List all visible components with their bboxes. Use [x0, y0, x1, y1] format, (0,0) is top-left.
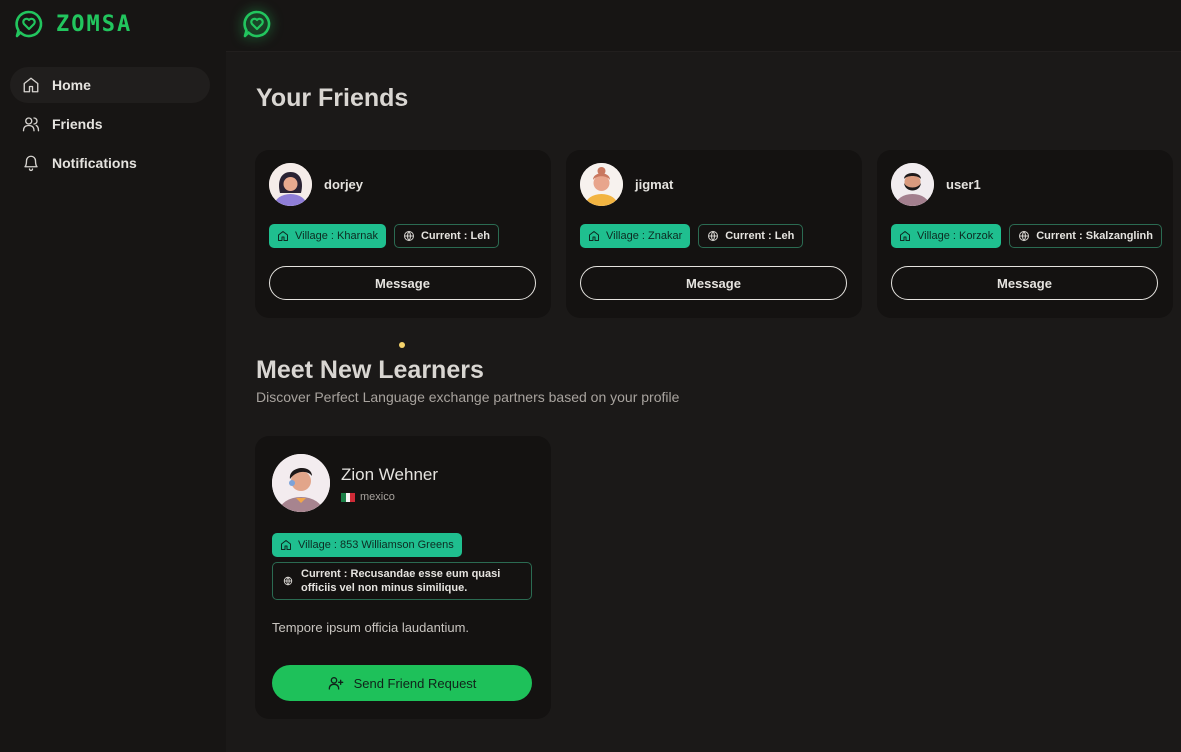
- friend-tags: Village : Korzok Current : Skalzanglinh: [891, 224, 1162, 248]
- friend-card: user1 Village : Korzok Current : Skalzan…: [877, 150, 1173, 318]
- home-icon: [278, 231, 288, 241]
- globe-icon: [283, 576, 293, 586]
- friend-tags: Village : Kharnak Current : Leh: [269, 224, 500, 248]
- globe-icon: [708, 230, 719, 242]
- top-bar: [226, 0, 1181, 52]
- globe-icon: [403, 230, 414, 242]
- cursor-indicator: [399, 342, 405, 348]
- sidebar-item-home[interactable]: Home: [10, 67, 210, 103]
- village-badge: Village : Korzok: [891, 224, 1002, 248]
- friend-name: user1: [946, 177, 981, 192]
- friend-name: jigmat: [635, 177, 674, 192]
- globe-icon: [1019, 230, 1030, 242]
- sidebar-item-label: Notifications: [52, 155, 137, 171]
- sidebar-nav: Home Friends Notifications: [10, 67, 210, 184]
- sidebar-item-label: Home: [52, 77, 91, 93]
- send-friend-request-button[interactable]: Send Friend Request: [272, 665, 532, 701]
- friend-card: jigmat Village : Znakar Current : Leh Me…: [566, 150, 862, 318]
- current-location-badge: Current : Leh: [698, 224, 804, 248]
- users-icon: [22, 117, 40, 132]
- home-icon: [589, 231, 599, 241]
- village-badge: Village : Znakar: [580, 224, 691, 248]
- current-location-badge: Current : Leh: [393, 224, 500, 248]
- learner-country: mexico: [341, 491, 395, 503]
- sidebar: ZOMSA Home Friends Notifications: [0, 0, 226, 752]
- learner-name: Zion Wehner: [341, 465, 439, 484]
- home-icon: [23, 77, 39, 93]
- friend-card: dorjey Village : Kharnak Current : Leh M…: [255, 150, 551, 348]
- friend-tags: Village : Znakar Current : Leh: [580, 224, 804, 248]
- avatar[interactable]: [891, 163, 934, 206]
- your-friends-title: Your Friends: [256, 84, 409, 112]
- brand[interactable]: ZOMSA: [14, 8, 132, 40]
- message-button[interactable]: Message: [580, 266, 847, 300]
- brand-name: ZOMSA: [56, 11, 133, 37]
- current-location-badge: Current : Recusandae esse eum quasi offi…: [272, 562, 532, 600]
- village-badge: Village : Kharnak: [269, 224, 386, 248]
- friend-header: dorjey: [269, 163, 363, 206]
- sidebar-item-notifications[interactable]: Notifications: [10, 145, 210, 181]
- friend-name: dorjey: [324, 177, 364, 192]
- bell-icon: [24, 155, 38, 172]
- learner-card: Zion Wehner mexico Village : 853 William…: [255, 436, 551, 719]
- user-plus-icon: [328, 677, 343, 690]
- friend-header: user1: [891, 163, 981, 206]
- avatar[interactable]: [580, 163, 623, 206]
- home-icon: [900, 231, 910, 241]
- message-button[interactable]: Message: [269, 266, 536, 300]
- meet-new-learners-subtitle: Discover Perfect Language exchange partn…: [256, 389, 680, 405]
- avatar[interactable]: [272, 454, 330, 512]
- sidebar-item-label: Friends: [52, 116, 103, 132]
- message-button[interactable]: Message: [891, 266, 1158, 300]
- main-content: Your Friends dorjey Village : Kharnak Cu…: [226, 53, 1181, 752]
- meet-new-learners-title: Meet New Learners: [256, 356, 484, 384]
- chat-heart-logo-icon: [15, 10, 43, 38]
- mexico-flag-icon: [341, 492, 356, 502]
- village-badge: Village : 853 Williamson Greens: [272, 533, 462, 557]
- friend-header: jigmat: [580, 163, 673, 206]
- home-icon: [281, 540, 291, 550]
- learner-bio: Tempore ipsum officia laudantium.: [272, 620, 470, 635]
- chat-heart-logo-icon[interactable]: [242, 9, 272, 39]
- sidebar-item-friends[interactable]: Friends: [10, 106, 210, 142]
- current-location-badge: Current : Skalzanglinh: [1009, 224, 1162, 248]
- avatar[interactable]: [269, 163, 312, 206]
